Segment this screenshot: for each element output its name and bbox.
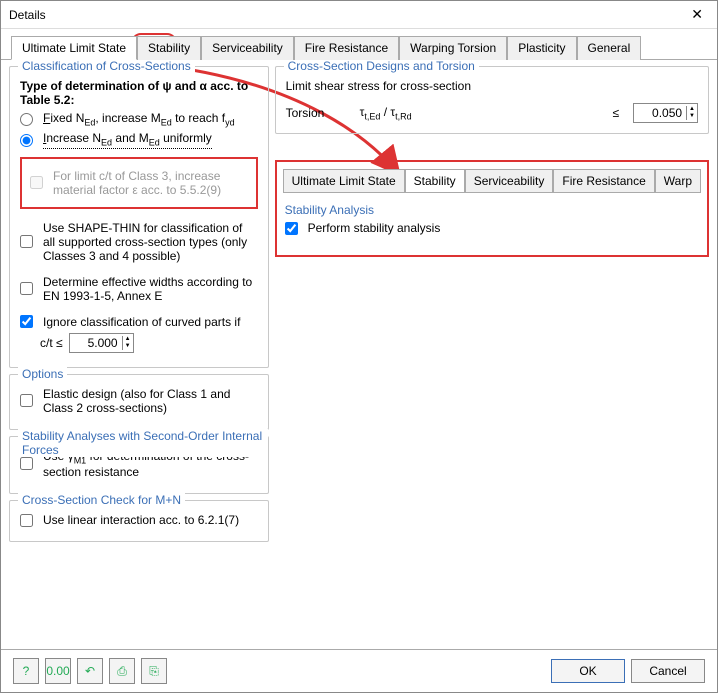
group-cs-designs-torsion: Cross-Section Designs and Torsion Limit … xyxy=(275,66,709,134)
checkbox-elastic-design[interactable] xyxy=(20,394,33,407)
eff-widths-label: Determine effective widths according to … xyxy=(43,275,258,303)
highlight-limit-ct: For limit c/t of Class 3, increase mater… xyxy=(20,157,258,209)
tab-serviceability[interactable]: Serviceability xyxy=(201,36,294,60)
footer: ? 0.00 ↶ ⎙ ⎘ OK Cancel xyxy=(1,649,717,692)
inner-tab-warp[interactable]: Warp xyxy=(655,169,701,193)
import-icon[interactable]: ⎘ xyxy=(141,658,167,684)
inner-tabs: Ultimate Limit State Stability Serviceab… xyxy=(283,168,701,193)
checkbox-eff-widths[interactable] xyxy=(20,282,33,295)
radio-fixed-ned[interactable] xyxy=(20,113,33,126)
inner-tab-uls[interactable]: Ultimate Limit State xyxy=(283,169,405,193)
ok-button[interactable]: OK xyxy=(551,659,625,683)
tab-stability[interactable]: Stability xyxy=(137,36,201,60)
export-icon[interactable]: ⎙ xyxy=(109,658,135,684)
checkbox-limit-ct xyxy=(30,176,43,189)
tab-general[interactable]: General xyxy=(577,36,642,60)
units-icon[interactable]: 0.00 xyxy=(45,658,71,684)
shape-thin-label: Use SHAPE-THIN for classification of all… xyxy=(43,221,258,263)
limit-ct-label: For limit c/t of Class 3, increase mater… xyxy=(53,169,248,197)
inner-tab-serviceability[interactable]: Serviceability xyxy=(465,169,554,193)
torsion-spinner[interactable]: ▲▼ xyxy=(633,103,698,123)
perform-stability-label: Perform stability analysis xyxy=(308,221,441,235)
group-title: Cross-Section Check for M+N xyxy=(18,493,185,507)
window-title: Details xyxy=(9,8,685,22)
ignore-curved-label: Ignore classification of curved parts if xyxy=(43,315,240,329)
group-classification: Classification of Cross-Sections Type of… xyxy=(9,66,269,368)
help-icon[interactable]: ? xyxy=(13,658,39,684)
checkbox-perform-stability[interactable] xyxy=(285,222,298,235)
torsion-label: Torsion xyxy=(286,106,346,120)
group-options: Options Elastic design (also for Class 1… xyxy=(9,374,269,430)
inner-tab-fire[interactable]: Fire Resistance xyxy=(553,169,654,193)
checkbox-shape-thin[interactable] xyxy=(20,235,33,248)
radio-increase-uniformly-label: Increase NEd and MEd uniformly xyxy=(43,131,212,148)
elastic-design-label: Elastic design (also for Class 1 and Cla… xyxy=(43,387,258,415)
tab-fire-resistance[interactable]: Fire Resistance xyxy=(294,36,399,60)
group-title: Classification of Cross-Sections xyxy=(18,60,195,73)
group-title: Cross-Section Designs and Torsion xyxy=(284,60,479,73)
checkbox-gamma-m1[interactable] xyxy=(20,457,33,470)
ct-spinner[interactable]: ▲▼ xyxy=(69,333,134,353)
highlight-inner-tabs: Ultimate Limit State Stability Serviceab… xyxy=(275,160,709,257)
spinner-arrows-icon[interactable]: ▲▼ xyxy=(686,106,697,120)
cancel-button[interactable]: Cancel xyxy=(631,659,705,683)
tab-warping-torsion[interactable]: Warping Torsion xyxy=(399,36,507,60)
linear-interaction-label: Use linear interaction acc. to 6.2.1(7) xyxy=(43,513,239,527)
group-stability-second-order: Stability Analyses with Second-Order Int… xyxy=(9,436,269,494)
spinner-arrows-icon[interactable]: ▲▼ xyxy=(122,336,133,350)
tab-ultimate-limit-state[interactable]: Ultimate Limit State xyxy=(11,36,137,60)
tab-plasticity[interactable]: Plasticity xyxy=(507,36,576,60)
group-title: Options xyxy=(18,367,67,381)
torsion-input[interactable] xyxy=(634,105,686,121)
reset-icon[interactable]: ↶ xyxy=(77,658,103,684)
radio-increase-uniformly[interactable] xyxy=(20,134,33,147)
checkbox-ignore-curved[interactable] xyxy=(20,315,33,328)
stability-analysis-title: Stability Analysis xyxy=(285,203,699,217)
close-icon[interactable]: ✕ xyxy=(685,6,709,23)
group-title: Stability Analyses with Second-Order Int… xyxy=(18,429,268,457)
main-tabs: Ultimate Limit State Stability Serviceab… xyxy=(1,29,717,60)
shear-label: Limit shear stress for cross-section xyxy=(286,79,698,93)
group-check-mn: Cross-Section Check for M+N Use linear i… xyxy=(9,500,269,542)
type-label: Type of determination of ψ and α acc. to… xyxy=(20,79,258,107)
torsion-formula: τt,Ed / τt,Rd xyxy=(360,105,599,121)
inner-tab-stability[interactable]: Stability xyxy=(405,169,465,193)
checkbox-linear-interaction[interactable] xyxy=(20,514,33,527)
radio-fixed-ned-label: Fixed NEd, increase MEd to reach fyd xyxy=(43,111,235,127)
ct-label: c/t ≤ xyxy=(40,336,63,350)
leq-symbol: ≤ xyxy=(612,106,619,120)
ct-input[interactable] xyxy=(70,335,122,351)
